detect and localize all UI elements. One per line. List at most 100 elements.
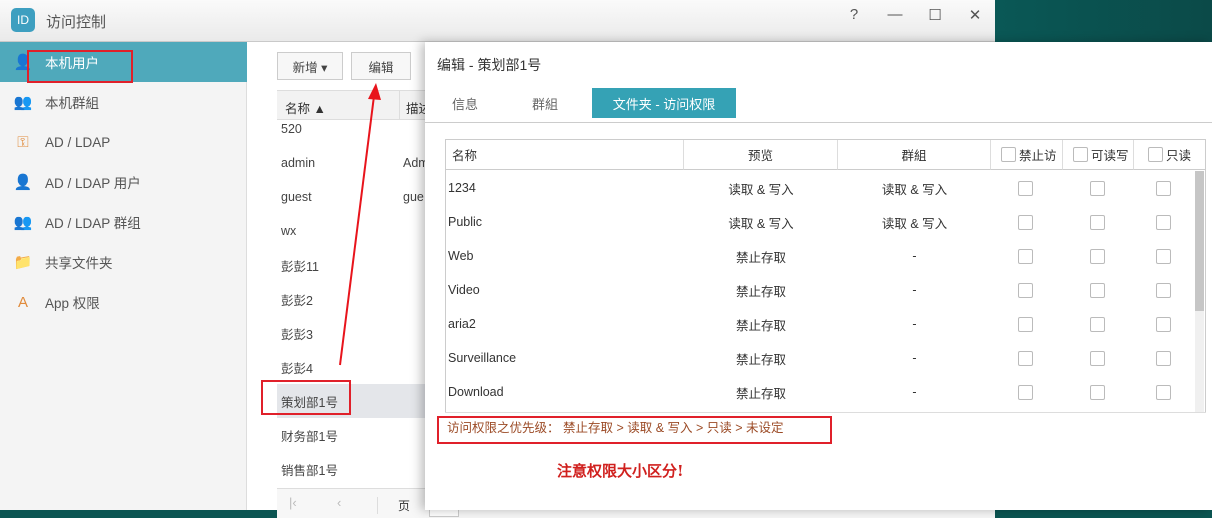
read-write-checkbox[interactable] xyxy=(1090,316,1105,332)
sidebar-item-label: 本机群組 xyxy=(45,96,99,111)
user-name: admin xyxy=(281,156,316,170)
app-icon: ID xyxy=(11,8,35,32)
tab-info[interactable]: 信息 xyxy=(437,88,493,118)
folder-name: 1234 xyxy=(448,181,476,195)
header-group: 群組 xyxy=(838,140,991,170)
deny-checkbox[interactable] xyxy=(1018,384,1033,400)
header-ro-label: 只读 xyxy=(1166,149,1192,163)
group-icon: 👥 xyxy=(13,94,33,111)
read-write-checkbox[interactable] xyxy=(1090,282,1105,298)
deny-checkbox[interactable] xyxy=(1018,214,1033,230)
page-label: 页 xyxy=(377,497,410,514)
sidebar-item-2[interactable]: ⚿ AD / LDAP xyxy=(0,122,247,162)
rw-all-checkbox[interactable] xyxy=(1073,147,1088,162)
user-name: 彭彭11 xyxy=(281,259,319,274)
prev-page-button[interactable]: ‹ xyxy=(337,495,341,510)
folder-group-permission: - xyxy=(912,351,917,365)
group-icon: 👥 xyxy=(13,214,33,231)
folder-row: Download 禁止存取 - xyxy=(446,375,1205,409)
folder-group-permission: 读取 & 写入 xyxy=(881,182,948,197)
read-only-checkbox[interactable] xyxy=(1156,350,1171,366)
user-name: 520 xyxy=(281,122,302,136)
read-write-checkbox[interactable] xyxy=(1090,384,1105,400)
header-rw-label: 可读写 xyxy=(1091,149,1129,163)
folder-icon: 📁 xyxy=(13,254,33,271)
sidebar-item-label: AD / LDAP 群组 xyxy=(45,216,141,231)
help-button[interactable]: ? xyxy=(842,6,866,23)
folder-preview: 禁止存取 xyxy=(735,386,786,401)
user-name: 销售部1号 xyxy=(281,463,338,478)
close-button[interactable]: ✕ xyxy=(963,6,987,24)
read-write-checkbox[interactable] xyxy=(1090,350,1105,366)
read-only-checkbox[interactable] xyxy=(1156,180,1171,196)
annotation-box-legend xyxy=(437,416,832,444)
scrollbar[interactable] xyxy=(1195,171,1204,439)
deny-checkbox[interactable] xyxy=(1018,316,1033,332)
header-rw[interactable]: 可读写 xyxy=(1063,140,1134,170)
sidebar-item-label: AD / LDAP xyxy=(45,134,111,150)
folder-preview: 读取 & 写入 xyxy=(728,182,794,197)
folder-preview: 读取 & 写入 xyxy=(728,216,794,231)
sidebar-item-label: 共享文件夹 xyxy=(45,256,113,271)
user-name: 彭彭3 xyxy=(281,327,313,342)
read-only-checkbox[interactable] xyxy=(1156,248,1171,264)
ro-all-checkbox[interactable] xyxy=(1148,147,1163,162)
tab-divider xyxy=(425,122,1212,123)
tab-groups[interactable]: 群組 xyxy=(517,88,573,118)
user-icon: 👤 xyxy=(13,174,33,191)
window-title: 访问控制 xyxy=(46,14,107,31)
folder-row: Public 读取 & 写入 读取 & 写入 xyxy=(446,205,1205,239)
user-name: guest xyxy=(281,190,312,204)
header-deny[interactable]: 禁止访 xyxy=(991,140,1063,170)
deny-checkbox[interactable] xyxy=(1018,282,1033,298)
sidebar-item-4[interactable]: 👥 AD / LDAP 群组 xyxy=(0,202,247,242)
folder-row: Web 禁止存取 - xyxy=(446,239,1205,273)
folder-group-permission: - xyxy=(912,385,917,399)
deny-checkbox[interactable] xyxy=(1018,180,1033,196)
folder-group-permission: - xyxy=(912,317,917,331)
deny-all-checkbox[interactable] xyxy=(1001,147,1016,162)
sidebar-item-1[interactable]: 👥 本机群組 xyxy=(0,82,247,122)
title-bar: ID 访问控制 ? — ☐ ✕ xyxy=(0,0,995,42)
read-only-checkbox[interactable] xyxy=(1156,316,1171,332)
first-page-button[interactable]: |‹ xyxy=(289,495,297,510)
folder-row: Video 禁止存取 - xyxy=(446,273,1205,307)
user-desc: gue xyxy=(403,190,424,204)
read-write-checkbox[interactable] xyxy=(1090,248,1105,264)
folder-name: Video xyxy=(448,283,480,297)
sidebar-item-label: AD / LDAP 用户 xyxy=(45,176,141,191)
read-only-checkbox[interactable] xyxy=(1156,214,1171,230)
folder-preview: 禁止存取 xyxy=(735,318,786,333)
header-preview: 预览 xyxy=(684,140,838,170)
sidebar-item-5[interactable]: 📁 共享文件夹 xyxy=(0,242,247,282)
dialog-title: 编辑 - 策划部1号 xyxy=(437,57,542,73)
folder-name: Download xyxy=(448,385,504,399)
deny-checkbox[interactable] xyxy=(1018,248,1033,264)
scrollbar-thumb[interactable] xyxy=(1195,171,1204,311)
header-name: 名称 xyxy=(446,140,684,170)
folder-row: 1234 读取 & 写入 读取 & 写入 xyxy=(446,171,1205,205)
folder-preview: 禁止存取 xyxy=(735,352,786,367)
read-write-checkbox[interactable] xyxy=(1090,180,1105,196)
sidebar-item-6[interactable]: A App 权限 xyxy=(0,282,247,322)
edit-button[interactable]: 编辑 xyxy=(351,52,411,80)
read-only-checkbox[interactable] xyxy=(1156,282,1171,298)
user-name: 财务部1号 xyxy=(281,429,338,444)
app-icon: A xyxy=(17,293,28,311)
folder-name: aria2 xyxy=(448,317,476,331)
deny-checkbox[interactable] xyxy=(1018,350,1033,366)
add-button[interactable]: 新增 ▾ xyxy=(277,52,343,80)
folder-group-permission: - xyxy=(912,283,917,297)
maximize-button[interactable]: ☐ xyxy=(923,6,947,24)
annotation-box-local-user xyxy=(27,50,133,83)
tab-folder-permissions[interactable]: 文件夹 - 访问权限 xyxy=(592,88,736,118)
folder-preview: 禁止存取 xyxy=(735,284,786,299)
desktop-background xyxy=(995,0,1212,42)
user-name: 彭彭2 xyxy=(281,293,313,308)
user-name: wx xyxy=(281,224,297,238)
header-ro[interactable]: 只读 xyxy=(1134,140,1205,170)
minimize-button[interactable]: — xyxy=(883,6,907,23)
read-write-checkbox[interactable] xyxy=(1090,214,1105,230)
read-only-checkbox[interactable] xyxy=(1156,384,1171,400)
sidebar-item-3[interactable]: 👤 AD / LDAP 用户 xyxy=(0,162,247,202)
